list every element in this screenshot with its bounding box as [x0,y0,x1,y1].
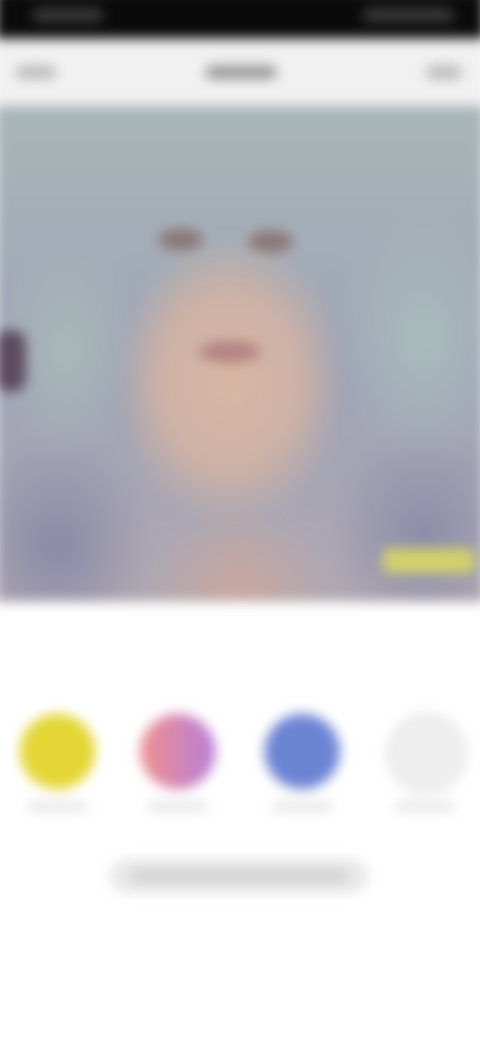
color-option-label [147,801,209,812]
status-right-indicators [362,7,455,23]
status-bar [0,0,480,39]
app-header [0,38,480,107]
color-option-blue[interactable] [264,713,340,790]
app-screen [0,0,480,1040]
header-right-action[interactable] [425,65,463,80]
status-left-indicators [31,7,104,23]
header-left-action[interactable] [15,65,57,80]
color-option-yellow[interactable] [19,713,96,790]
primary-action-button[interactable] [109,858,369,894]
photo-detail [248,230,294,253]
color-option-label [271,801,333,812]
photo-detail [158,228,204,251]
color-option-pink[interactable] [140,713,216,790]
primary-action-label [129,868,349,884]
photo-detail [0,330,26,392]
header-title [205,65,277,80]
color-option-label [26,801,89,812]
color-option-gray[interactable] [386,713,467,794]
photo-detail [382,548,475,574]
option-circles [0,704,480,812]
color-option-label [394,801,456,812]
photo-preview[interactable] [0,105,480,602]
photo-detail [199,340,261,363]
